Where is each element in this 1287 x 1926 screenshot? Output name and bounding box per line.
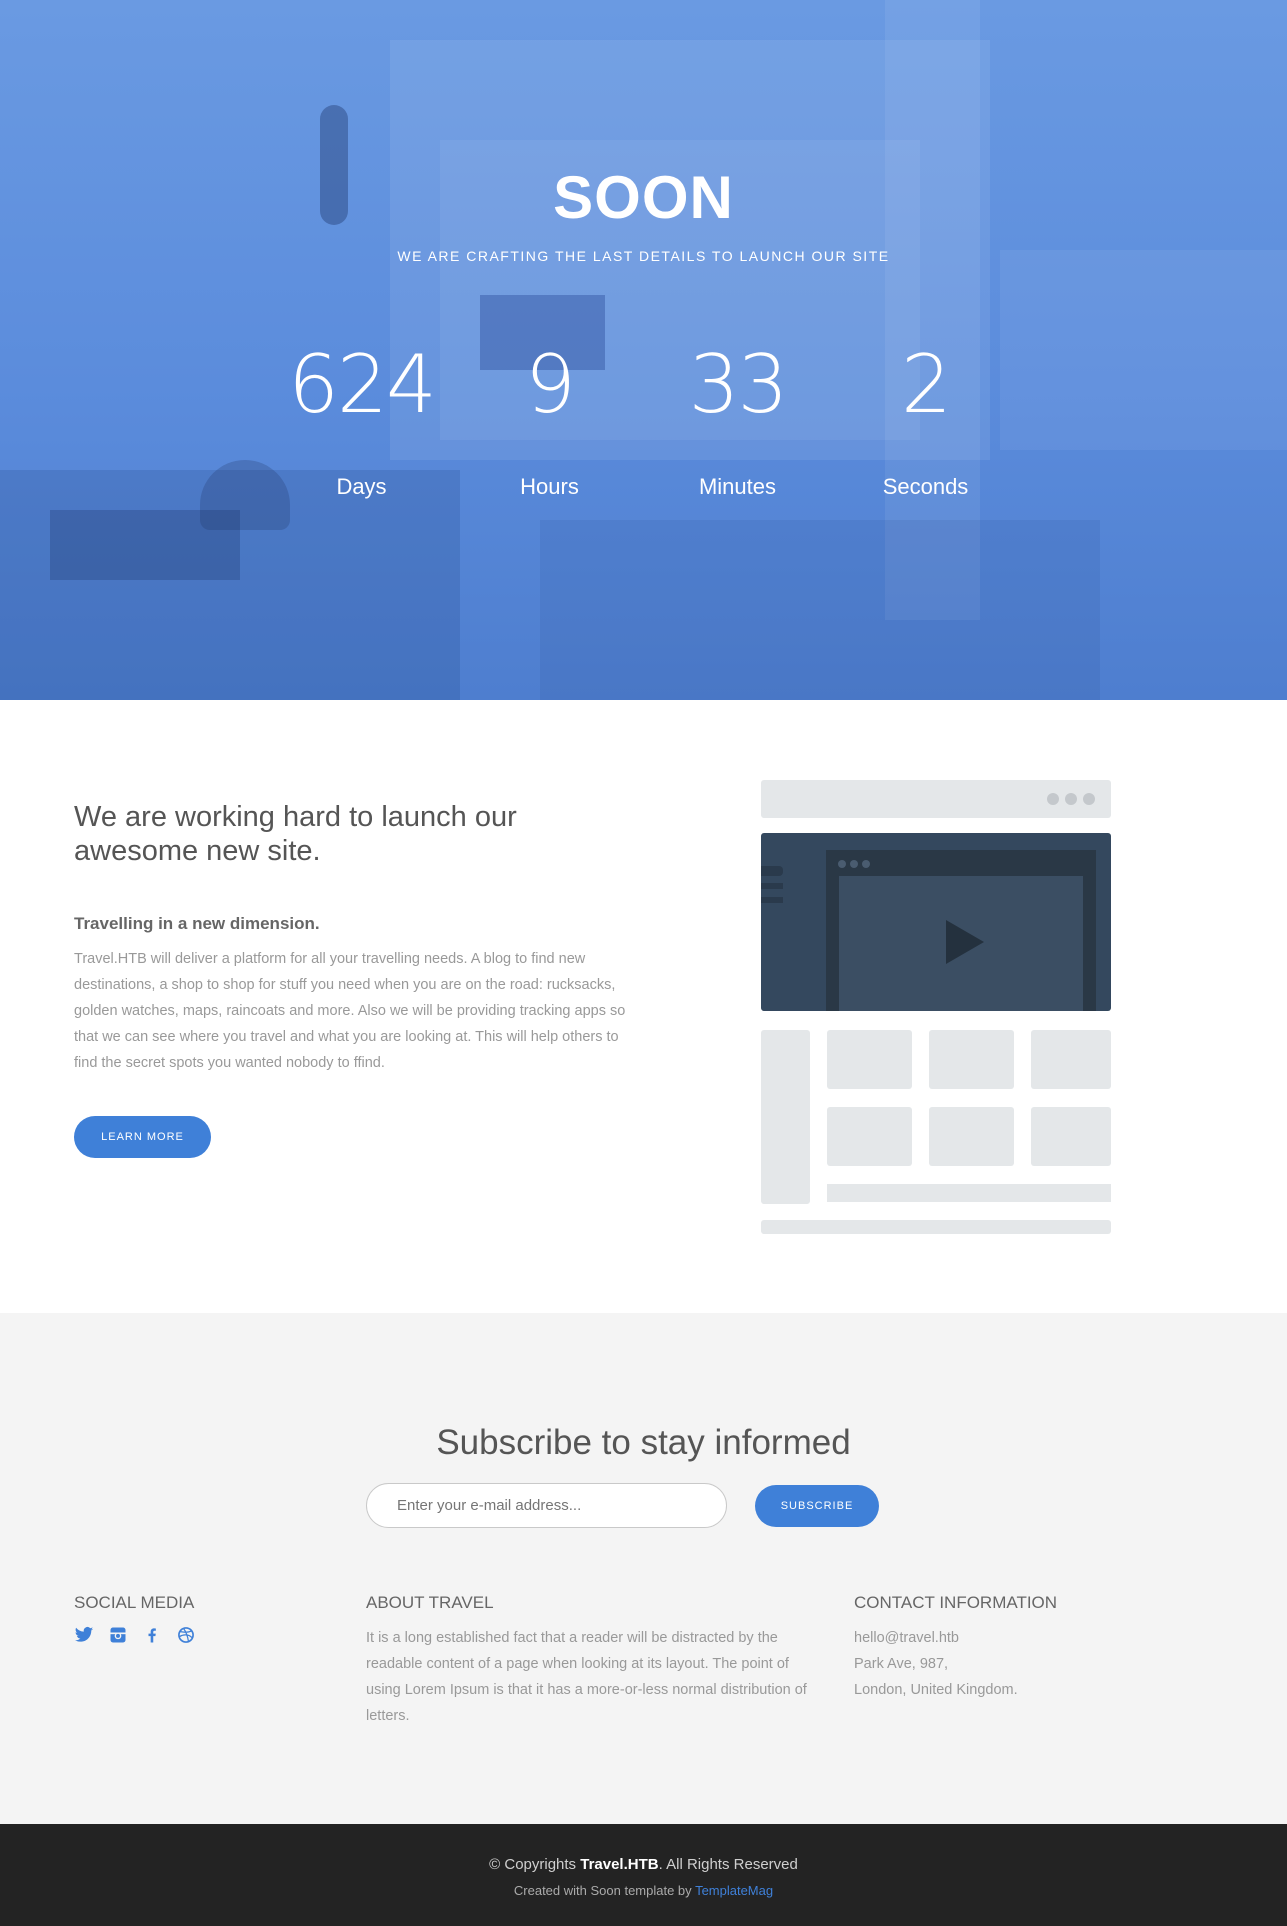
contact-address-line2: London, United Kingdom.: [854, 1682, 1018, 1698]
copyright-suffix: . All Rights Reserved: [658, 1856, 798, 1873]
contact-information-column: CONTACT INFORMATION hello@travel.htb Par…: [854, 1593, 1214, 1703]
about-body: Travel.HTB will deliver a platform for a…: [74, 951, 626, 1071]
templatemag-link[interactable]: TemplateMag: [695, 1883, 773, 1898]
countdown-minutes-label: Minutes: [698, 474, 777, 499]
subscribe-form: SUBSCRIBE: [366, 1483, 879, 1528]
email-input[interactable]: [366, 1483, 727, 1528]
template-credit: Created with Soon template by TemplateMa…: [0, 1883, 1287, 1898]
dribbble-icon[interactable]: [176, 1625, 196, 1645]
template-credit-prefix: Created with Soon template by: [513, 1883, 692, 1898]
subscribe-title: Subscribe to stay informed: [436, 1423, 851, 1462]
contact-information-title: CONTACT INFORMATION: [854, 1593, 1058, 1612]
countdown-hours: 9 Hours: [456, 340, 644, 500]
social-media-column: SOCIAL MEDIA: [74, 1593, 196, 1645]
about-travel-title: ABOUT TRAVEL: [366, 1593, 494, 1612]
about-section: We are working hard to launch our awesom…: [0, 700, 1287, 1313]
copyright-prefix: © Copyrights: [489, 1856, 577, 1873]
hero-subtitle: WE ARE CRAFTING THE LAST DETAILS TO LAUN…: [397, 248, 890, 264]
learn-more-button[interactable]: LEARN MORE: [74, 1116, 211, 1158]
copyright-footer: © Copyrights Travel.HTB. All Rights Rese…: [0, 1824, 1287, 1926]
countdown-minutes-value: 33: [688, 338, 789, 431]
subscribe-button[interactable]: SUBSCRIBE: [755, 1484, 879, 1527]
copyright-text: © Copyrights Travel.HTB. All Rights Rese…: [0, 1824, 1287, 1873]
countdown-seconds-label: Seconds: [882, 474, 969, 499]
about-heading: We are working hard to launch our awesom…: [74, 801, 517, 867]
facebook-icon[interactable]: [142, 1625, 162, 1645]
about-travel-body: It is a long established fact that a rea…: [366, 1630, 807, 1724]
copyright-brand: Travel.HTB: [580, 1856, 659, 1873]
countdown-hours-label: Hours: [520, 474, 579, 499]
countdown-days-label: Days: [336, 474, 387, 499]
countdown-seconds: 2 Seconds: [832, 340, 1020, 500]
countdown: 624 Days 9 Hours 33 Minutes 2 Seconds: [0, 340, 1287, 500]
countdown-hours-value: 9: [525, 338, 576, 431]
about-subheading: Travelling in a new dimension.: [74, 914, 320, 933]
contact-email: hello@travel.htb: [854, 1630, 959, 1646]
twitter-icon[interactable]: [74, 1625, 94, 1645]
about-travel-column: ABOUT TRAVEL It is a long established fa…: [366, 1593, 826, 1729]
countdown-days-value: 624: [288, 338, 437, 431]
subscribe-section: Subscribe to stay informed SUBSCRIBE SOC…: [0, 1313, 1287, 1824]
contact-address-line1: Park Ave, 987,: [854, 1656, 949, 1672]
hero-section: SOON WE ARE CRAFTING THE LAST DETAILS TO…: [0, 0, 1287, 700]
social-media-title: SOCIAL MEDIA: [74, 1593, 195, 1612]
hero-title: SOON: [553, 164, 734, 231]
countdown-seconds-value: 2: [901, 338, 952, 431]
countdown-days: 624 Days: [268, 340, 456, 500]
play-icon: [946, 920, 984, 964]
instagram-icon[interactable]: [108, 1625, 128, 1645]
website-mockup-illustration: [761, 780, 1111, 1234]
countdown-minutes: 33 Minutes: [644, 340, 832, 500]
